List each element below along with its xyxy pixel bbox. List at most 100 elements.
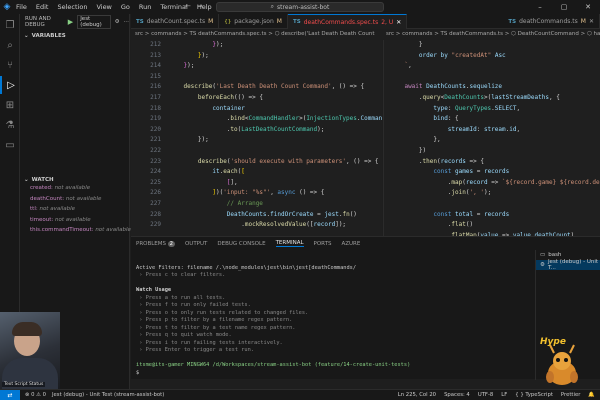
watch-item[interactable]: ttl: not available [20, 206, 129, 217]
terminal-line: › Press p to filter by a filename regex … [136, 317, 293, 323]
tab-label: package.json [234, 18, 274, 25]
maximize-button[interactable]: ▢ [552, 0, 576, 14]
menu-run[interactable]: Run [139, 3, 151, 11]
tab-modified-badge: M [208, 18, 214, 25]
launch-config-select[interactable]: Jest (debug) [77, 15, 111, 29]
watch-item[interactable]: timeout: not available [20, 217, 129, 228]
webcam-person-hair [12, 322, 42, 336]
tab-deathcommands[interactable]: TS deathCommands.ts M ✕ [503, 14, 600, 29]
line-ending-status[interactable]: LF [501, 392, 507, 398]
terminal-input-line[interactable]: $ [136, 370, 531, 378]
watch-item[interactable]: created: not available [20, 185, 129, 196]
remote-indicator-icon[interactable]: ⇄ [0, 389, 20, 400]
tab-deathcount-spec[interactable]: TS deathCount.spec.ts M [131, 14, 220, 29]
panel-tab-ports[interactable]: PORTS [314, 241, 332, 247]
panel-tab-output[interactable]: OUTPUT [185, 241, 207, 247]
typescript-file-icon: TS [292, 19, 301, 25]
breadcrumb-right[interactable]: src > commands > TS deathCommands.ts > ⬡… [386, 29, 600, 40]
code-line: ])('input: "%s"', async () => { [212, 189, 325, 197]
terminal-output[interactable]: Active Filters: filename /.\node_modules… [136, 257, 531, 377]
terminal-line: › Press f to run only failed tests. [136, 302, 251, 308]
panel-tab-problems[interactable]: PROBLEMS 2 [136, 240, 175, 247]
close-icon[interactable]: ✕ [589, 18, 594, 25]
problems-count-badge: 2 [167, 240, 175, 247]
minimize-button[interactable]: – [528, 0, 552, 14]
line-number: 218 [150, 104, 161, 112]
terminal-line: › Press Enter to trigger a test run. [136, 347, 254, 353]
source-control-icon[interactable]: ⑂ [0, 56, 20, 74]
variables-section-header[interactable]: ⌄ VARIABLES [20, 30, 129, 41]
command-center-search[interactable]: ⌕ stream-assist-bot [216, 2, 384, 12]
menu-edit[interactable]: Edit [36, 3, 49, 11]
close-button[interactable]: ✕ [576, 0, 600, 14]
webcam-caption: Text Script Status [2, 382, 46, 387]
tab-package-json[interactable]: {} package.json M [219, 14, 288, 29]
encoding-status[interactable]: UTF-8 [478, 392, 493, 398]
problems-status[interactable]: ⊗ 0 ⚠ 0 [25, 392, 46, 398]
menu-bar: File Edit Selection View Go Run Terminal… [14, 3, 212, 11]
code-line: await DeathCounts.sequelize [404, 83, 503, 91]
watch-item[interactable]: this.commandTimeout: not available [20, 227, 131, 238]
testing-icon[interactable]: ⚗ [0, 116, 20, 134]
watch-section-header[interactable]: ⌄ WATCH [20, 174, 129, 185]
panel-tab-azure[interactable]: AZURE [341, 241, 360, 247]
terminal-prompt-line: itsme@its-gamer MINGW64 /d/Workspaces/st… [136, 362, 411, 368]
panel-tab-terminal[interactable]: TERMINAL [275, 240, 304, 247]
remote-explorer-icon[interactable]: ▭ [0, 136, 20, 154]
watch-item[interactable]: deathCount: not available [20, 196, 129, 207]
code-line: }) [390, 146, 427, 154]
code-area[interactable]: }); }); }); describe('Last Death Death C… [169, 40, 382, 236]
code-line: bind: { [433, 115, 459, 123]
menu-go[interactable]: Go [121, 3, 130, 11]
prettier-status[interactable]: Prettier [561, 392, 580, 398]
terminal-line: Active Filters: filename /.\node_modules… [136, 264, 357, 271]
panel-tab-debug-console[interactable]: DEBUG CONSOLE [217, 241, 265, 247]
code-line: container [212, 104, 245, 112]
indentation-status[interactable]: Spaces: 4 [444, 392, 470, 398]
debug-session-status[interactable]: Jest (debug) - Unit Test (stream-assist-… [52, 392, 164, 398]
watch-name: ttl: [30, 206, 38, 212]
notifications-bell-icon[interactable]: 🔔 [588, 392, 595, 398]
title-bar: ◈ File Edit Selection View Go Run Termin… [0, 0, 600, 14]
code-line: `, [404, 62, 412, 70]
editor-right[interactable]: } order by "createdAt" Asc `, await Deat… [383, 40, 600, 236]
start-debugging-icon[interactable]: ▶ [68, 18, 73, 26]
run-debug-icon[interactable]: ▷ [0, 76, 20, 94]
menu-view[interactable]: View [96, 3, 111, 11]
menu-terminal[interactable]: Terminal [160, 3, 187, 11]
terminal-line: › Press i to run failing tests interacti… [136, 339, 283, 346]
line-number-gutter: 212 213 214 215 216 217 218 219 220 221 … [131, 40, 161, 231]
watch-title: WATCH [31, 176, 54, 183]
close-icon[interactable]: ✕ [396, 19, 401, 26]
tab-deathcommands-spec[interactable]: TS deathCommands.spec.ts 2, U ✕ [287, 14, 408, 29]
back-arrow-icon[interactable]: ← [185, 2, 191, 10]
menu-selection[interactable]: Selection [57, 3, 87, 11]
line-number: 216 [150, 83, 161, 91]
breadcrumb-left[interactable]: src > commands > TS deathCommands.spec.t… [135, 29, 375, 40]
chevron-down-icon: ⌄ [24, 176, 29, 183]
code-line: beforeEach(() => { [197, 93, 263, 101]
code-line: }); [197, 51, 209, 59]
editor-left[interactable]: 212 213 214 215 216 217 218 219 220 221 … [131, 40, 382, 236]
watch-name: this.commandTimeout: [30, 227, 94, 233]
gear-icon[interactable]: ⚙ [115, 19, 120, 25]
menu-file[interactable]: File [16, 3, 27, 11]
code-area[interactable]: } order by "createdAt" Asc `, await Deat… [390, 40, 600, 236]
code-line: } [390, 41, 423, 48]
search-view-icon[interactable]: ⌕ [0, 36, 20, 54]
tab-modified-badge: M [276, 18, 282, 25]
extensions-icon[interactable]: ⊞ [0, 96, 20, 114]
code-line: // Arrange [226, 199, 263, 207]
language-mode-status[interactable]: { } TypeScript [515, 392, 553, 398]
more-actions-icon[interactable]: ⋯ [124, 19, 130, 25]
terminal-list-item[interactable]: ⚙ Jest (debug) - Unit T... [536, 259, 600, 271]
explorer-icon[interactable]: ❐ [0, 16, 20, 34]
run-and-debug-title: RUN AND DEBUG [25, 16, 51, 28]
cursor-position[interactable]: Ln 225, Col 20 [398, 392, 436, 398]
code-line: streamId: stream.id, [447, 125, 521, 133]
forward-arrow-icon[interactable]: → [197, 2, 203, 10]
status-bar: ⇄ ⊗ 0 ⚠ 0 Jest (debug) - Unit Test (stre… [0, 389, 600, 400]
line-number: 220 [150, 125, 161, 133]
